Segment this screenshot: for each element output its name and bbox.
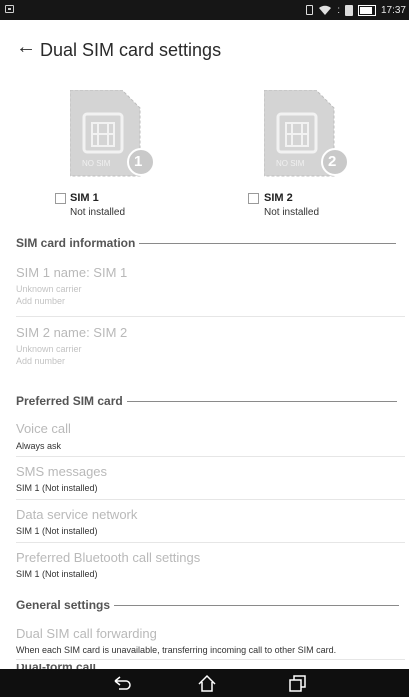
battery-icon xyxy=(357,4,376,16)
section-title: SIM card information xyxy=(16,236,136,250)
navigation-bar xyxy=(0,669,409,697)
section-rule xyxy=(114,604,400,606)
vibrate-icon xyxy=(306,5,314,15)
sim2-add-number: Add number xyxy=(16,356,66,366)
voice-call-value: Always ask xyxy=(16,441,62,451)
data-service-network-value: SIM 1 (Not installed) xyxy=(16,526,98,536)
status-icons: : 17:37 xyxy=(306,2,406,18)
section-sim-card-information: SIM card information xyxy=(16,236,397,250)
sms-messages-title: SMS messages xyxy=(16,464,108,479)
sim1-no-sim-text: NO SIM xyxy=(82,159,111,168)
section-preferred-sim-card: Preferred SIM card xyxy=(16,394,397,408)
nav-back-icon[interactable] xyxy=(111,673,133,693)
nav-recents-icon[interactable] xyxy=(286,673,308,693)
sim2-checkbox[interactable] xyxy=(248,193,259,204)
section-general-settings: General settings xyxy=(16,598,400,612)
sim2-status: Not installed xyxy=(264,207,320,218)
sim2-card-image: NO SIM 2 xyxy=(264,90,349,177)
sim2-name-title: SIM 2 name: SIM 2 xyxy=(16,325,128,340)
notification-icon xyxy=(5,5,14,13)
section-rule xyxy=(126,400,397,402)
dual-sim-call-forwarding-value: When each SIM card is unavailable, trans… xyxy=(16,645,337,655)
divider xyxy=(16,456,405,457)
divider xyxy=(16,499,405,500)
nav-home-icon[interactable] xyxy=(196,673,218,693)
sim1-card-image: NO SIM 1 xyxy=(70,90,155,177)
back-arrow-icon[interactable]: ← xyxy=(16,37,36,57)
status-bar: : 17:37 xyxy=(0,0,409,20)
sim1-add-number: Add number xyxy=(16,296,66,306)
sim1-checkbox[interactable] xyxy=(55,193,66,204)
sim1-name-title: SIM 1 name: SIM 1 xyxy=(16,265,128,280)
sim1-status: Not installed xyxy=(70,207,126,218)
section-title: General settings xyxy=(16,598,111,612)
bluetooth-call-settings-value: SIM 1 (Not installed) xyxy=(16,569,98,579)
sms-messages-value: SIM 1 (Not installed) xyxy=(16,483,98,493)
bluetooth-call-settings-title: Preferred Bluetooth call settings xyxy=(16,550,201,565)
divider xyxy=(16,316,405,317)
sim1-label: SIM 1 xyxy=(70,192,99,204)
sim2-number-badge: 2 xyxy=(328,153,337,170)
sim2-carrier: Unknown carrier xyxy=(16,344,82,354)
data-service-network-title: Data service network xyxy=(16,507,138,522)
sim2-no-sim-text: NO SIM xyxy=(276,159,305,168)
voice-call-title: Voice call xyxy=(16,421,71,436)
section-title: Preferred SIM card xyxy=(16,394,123,408)
clock: 17:37 xyxy=(380,4,406,16)
wifi-icon xyxy=(319,5,332,15)
sim1-number-badge: 1 xyxy=(134,153,143,170)
sim2-label: SIM 2 xyxy=(264,192,293,204)
dual-sim-call-forwarding-title: Dual SIM call forwarding xyxy=(16,626,157,641)
divider xyxy=(16,542,405,543)
page-title: Dual SIM card settings xyxy=(40,40,222,60)
divider xyxy=(16,659,405,660)
section-rule xyxy=(139,242,397,244)
signal-dots-icon: : xyxy=(337,4,340,16)
sim1-carrier: Unknown carrier xyxy=(16,284,82,294)
no-sim-icon xyxy=(344,4,353,16)
